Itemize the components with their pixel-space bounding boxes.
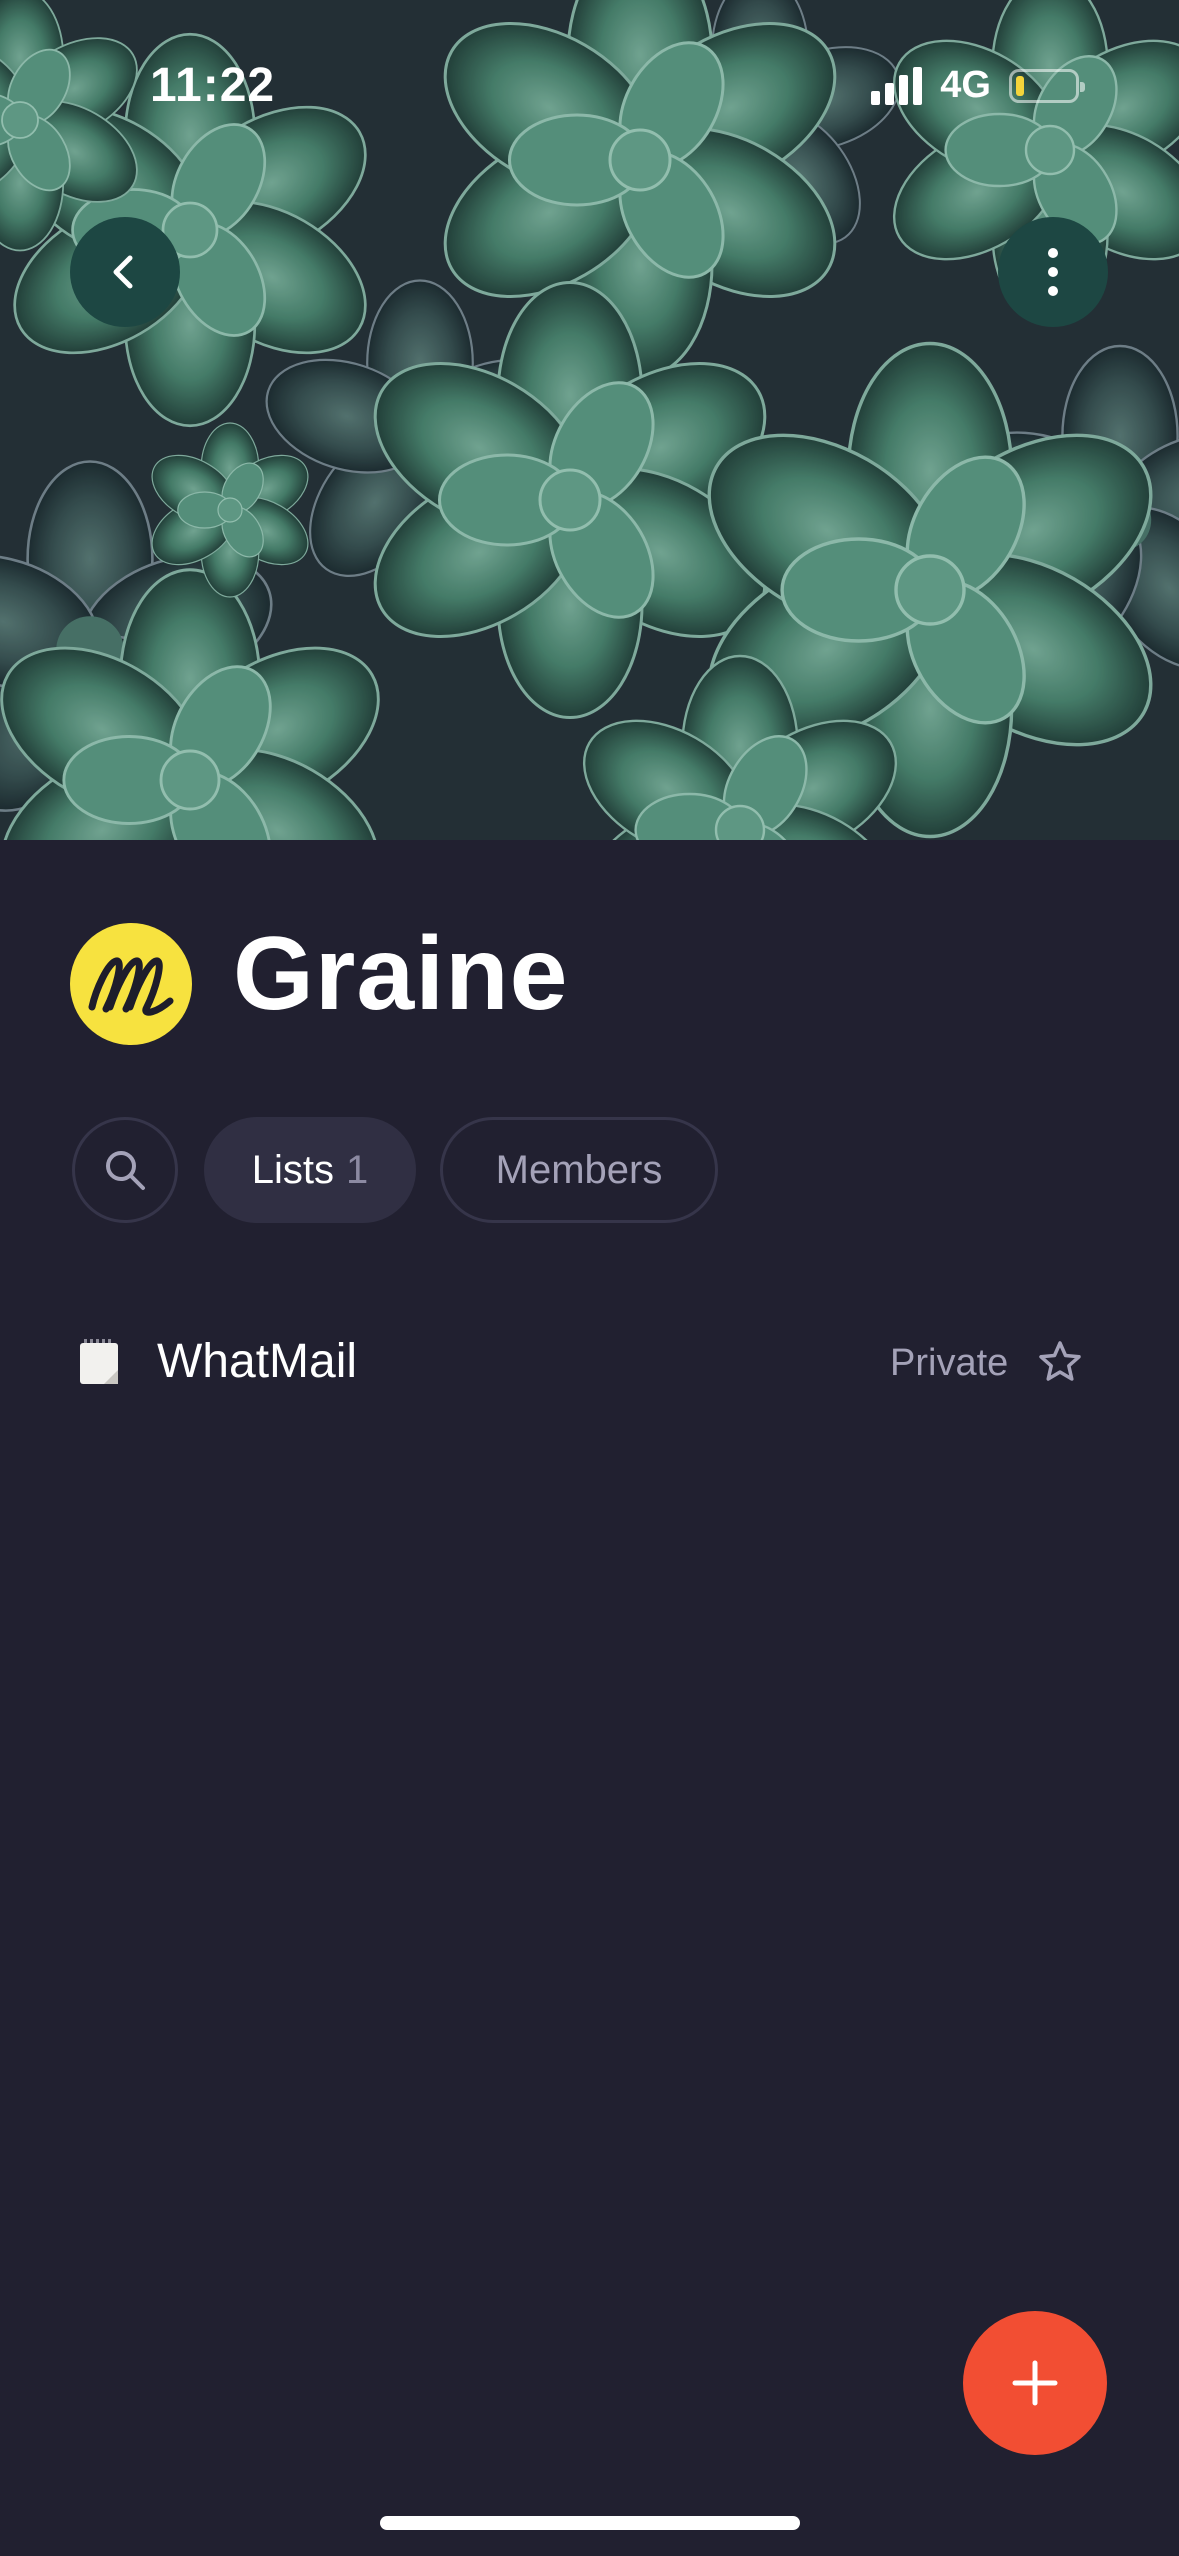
network-label: 4G: [940, 64, 991, 106]
status-indicators: 4G: [871, 64, 1085, 107]
tab-members[interactable]: Members: [440, 1117, 718, 1223]
back-button[interactable]: [70, 217, 180, 327]
workspace-logo: [70, 923, 192, 1045]
list-item-privacy: Private: [890, 1342, 1009, 1384]
signal-icon: [871, 66, 923, 105]
workspace-title: Graine: [233, 916, 569, 1032]
list-item-name: WhatMail: [157, 1335, 358, 1388]
notepad-icon: [80, 1339, 118, 1384]
more-options-button[interactable]: [998, 217, 1108, 327]
tab-lists-label: Lists: [251, 1147, 334, 1192]
battery-icon: [1009, 68, 1085, 103]
list-item[interactable]: WhatMail Private: [70, 1320, 1110, 1408]
plus-icon: [1012, 2360, 1058, 2406]
search-button[interactable]: [72, 1117, 178, 1223]
search-icon: [106, 1151, 145, 1190]
tab-lists[interactable]: Lists 1: [204, 1117, 416, 1223]
cover-image: 11:22 4G: [0, 0, 1179, 840]
chevron-left-icon: [113, 255, 133, 289]
tab-lists-count: 1: [346, 1147, 369, 1192]
workspace-logo-mark: [88, 957, 174, 1016]
tab-members-label: Members: [495, 1147, 663, 1192]
more-vertical-icon: [1048, 248, 1058, 296]
star-icon[interactable]: [1036, 1338, 1084, 1386]
status-time: 11:22: [150, 59, 276, 112]
succulent-photo: [0, 0, 1179, 840]
home-indicator[interactable]: [380, 2516, 800, 2530]
workspace-screen: 11:22 4G Graine Lists 1 Members WhatMail…: [0, 0, 1179, 2556]
add-button[interactable]: [963, 2311, 1107, 2455]
